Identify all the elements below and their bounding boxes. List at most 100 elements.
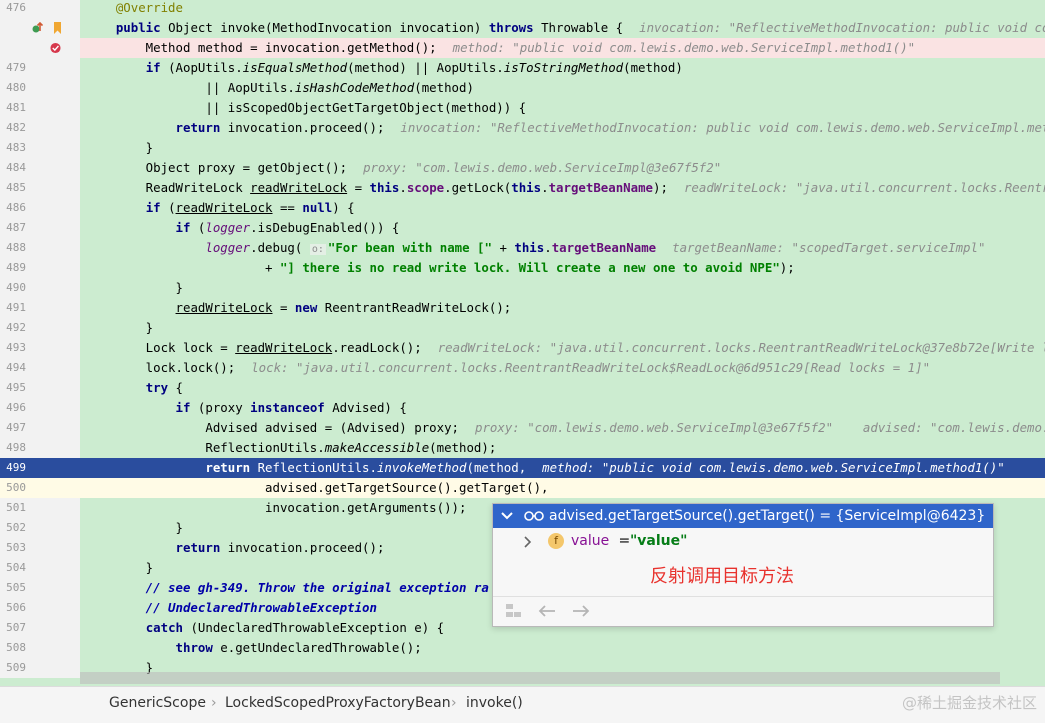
code-line[interactable]: 497 Advised advised = (Advised) proxy; pr… [0, 418, 1045, 438]
line-number: 492 [6, 321, 26, 334]
code-line[interactable]: 508 throw e.getUndeclaredThrowable(); [0, 638, 1045, 658]
inline-debug-value: invocation: "ReflectiveMethodInvocation:… [639, 20, 1045, 35]
breadcrumb-item-inner-class[interactable]: LockedScopedProxyFactoryBean [225, 695, 451, 711]
code-line[interactable]: 489 + "] there is no read write lock. Wi… [0, 258, 1045, 278]
line-number: 508 [6, 641, 26, 654]
code-line[interactable]: 493 Lock lock = readWriteLock.readLock()… [0, 338, 1045, 358]
gutter[interactable]: 477 [0, 18, 80, 38]
gutter[interactable]: 507 [0, 618, 80, 638]
line-number: 504 [6, 561, 26, 574]
gutter[interactable]: 485 [0, 178, 80, 198]
line-number: 496 [6, 401, 26, 414]
gutter[interactable]: 495 [0, 378, 80, 398]
code-line[interactable]: 482 return invocation.proceed(); invocati… [0, 118, 1045, 138]
chevron-down-icon[interactable] [501, 512, 513, 520]
code-line[interactable]: 494 lock.lock(); lock: "java.util.concurr… [0, 358, 1045, 378]
chevron-right-icon[interactable] [524, 536, 532, 548]
code-text: + "] there is no read write lock. Will c… [86, 260, 795, 275]
gutter[interactable]: 482 [0, 118, 80, 138]
gutter[interactable]: 484 [0, 158, 80, 178]
gutter[interactable]: 500 [0, 478, 80, 498]
horizontal-scrollbar[interactable] [80, 672, 1000, 684]
gutter[interactable]: 505 [0, 578, 80, 598]
field-name: value [571, 533, 610, 549]
gutter[interactable]: 502 [0, 518, 80, 538]
line-number: 489 [6, 261, 26, 274]
popup-field-row[interactable]: f value = "value" [493, 529, 993, 553]
code-text: } [86, 280, 183, 295]
gutter[interactable]: 504 [0, 558, 80, 578]
code-text: throw e.getUndeclaredThrowable(); [175, 640, 422, 655]
gutter[interactable]: 490 [0, 278, 80, 298]
code-text: Lock lock = readWriteLock.readLock(); rea… [86, 338, 1045, 358]
gutter[interactable]: 496 [0, 398, 80, 418]
code-line[interactable]: 491 readWriteLock = new ReentrantReadWri… [0, 298, 1045, 318]
gutter[interactable]: 492 [0, 318, 80, 338]
bookmark-icon[interactable] [52, 22, 63, 34]
gutter[interactable]: 501 [0, 498, 80, 518]
code-line[interactable]: 486 if (readWriteLock == null) { [0, 198, 1045, 218]
gutter[interactable]: 479 [0, 58, 80, 78]
gutter[interactable]: 509 [0, 658, 80, 678]
hierarchy-icon[interactable] [505, 603, 523, 619]
line-number: 491 [6, 301, 26, 314]
code-line[interactable]: 495 try { [0, 378, 1045, 398]
line-number: 505 [6, 581, 26, 594]
code-line-breakpoint[interactable]: 478 Method method = invocation.getMethod… [0, 38, 1045, 58]
gutter[interactable]: 499 [0, 458, 80, 478]
code-line-caret[interactable]: 500 advised.getTargetSource().getTarget(… [0, 478, 1045, 498]
gutter[interactable]: 493 [0, 338, 80, 358]
gutter[interactable]: 491 [0, 298, 80, 318]
override-method-icon[interactable] [32, 22, 43, 34]
gutter[interactable]: 487 [0, 218, 80, 238]
code-text: } [86, 320, 154, 335]
code-line[interactable]: 492 } [0, 318, 1045, 338]
gutter[interactable]: 503 [0, 538, 80, 558]
code-line-current-execution[interactable]: 499 return ReflectionUtils.invokeMethod(… [0, 458, 1045, 478]
forward-arrow-icon[interactable] [572, 604, 590, 618]
popup-expression: advised.getTargetSource().getTarget() = … [549, 508, 986, 524]
code-line[interactable]: 477 public Object invoke(MethodInvocatio… [0, 18, 1045, 38]
gutter[interactable]: 486 [0, 198, 80, 218]
gutter[interactable]: 488 [0, 238, 80, 258]
code-text: Object proxy = getObject(); proxy: "com.l… [86, 160, 722, 175]
line-number: 493 [6, 341, 26, 354]
code-line[interactable]: 490 } [0, 278, 1045, 298]
gutter[interactable]: 476 [0, 0, 80, 18]
code-line[interactable]: 498 ReflectionUtils.makeAccessible(metho… [0, 438, 1045, 458]
code-line[interactable]: 496 if (proxy instanceof Advised) { [0, 398, 1045, 418]
gutter[interactable]: 506 [0, 598, 80, 618]
code-line[interactable]: 480 || AopUtils.isHashCodeMethod(method) [0, 78, 1045, 98]
debug-value-popup[interactable]: advised.getTargetSource().getTarget() = … [492, 503, 994, 627]
code-line[interactable]: 476 @Override [0, 0, 1045, 18]
code-line[interactable]: 483 } [0, 138, 1045, 158]
inline-debug-value: method: "public void com.lewis.demo.web.… [542, 460, 1005, 475]
code-line[interactable]: 488 logger.debug( o: "For bean with name … [0, 238, 1045, 258]
gutter[interactable]: 494 [0, 358, 80, 378]
inline-debug-value: invocation: "ReflectiveMethodInvocation:… [400, 120, 1045, 135]
breadcrumb: GenericScope › LockedScopedProxyFactoryB… [0, 686, 1045, 723]
code-editor[interactable]: 476 @Override 477 public Object invoke(M… [0, 0, 1045, 686]
gutter[interactable]: 497 [0, 418, 80, 438]
popup-header[interactable]: advised.getTargetSource().getTarget() = … [493, 504, 993, 528]
back-arrow-icon[interactable] [538, 604, 556, 618]
gutter[interactable]: 498 [0, 438, 80, 458]
breadcrumb-item-method[interactable]: invoke() [466, 695, 523, 711]
code-line[interactable]: 481 || isScopedObjectGetTargetObject(met… [0, 98, 1045, 118]
breakpoint-icon[interactable] [50, 42, 61, 54]
line-number: 481 [6, 101, 26, 114]
gutter[interactable]: 480 [0, 78, 80, 98]
code-line[interactable]: 487 if (logger.isDebugEnabled()) { [0, 218, 1045, 238]
gutter[interactable]: 489 [0, 258, 80, 278]
gutter[interactable]: 478 [0, 38, 80, 58]
line-number: 498 [6, 441, 26, 454]
code-line[interactable]: 484 Object proxy = getObject(); proxy: "c… [0, 158, 1045, 178]
breadcrumb-item-class[interactable]: GenericScope [109, 695, 206, 711]
code-line[interactable]: 485 ReadWriteLock readWriteLock = this.s… [0, 178, 1045, 198]
code-line[interactable]: 479 if (AopUtils.isEqualsMethod(method) … [0, 58, 1045, 78]
gutter[interactable]: 483 [0, 138, 80, 158]
gutter[interactable]: 508 [0, 638, 80, 658]
code-text: // UndeclaredThrowableException [86, 600, 377, 615]
gutter[interactable]: 481 [0, 98, 80, 118]
line-number: 509 [6, 661, 26, 674]
